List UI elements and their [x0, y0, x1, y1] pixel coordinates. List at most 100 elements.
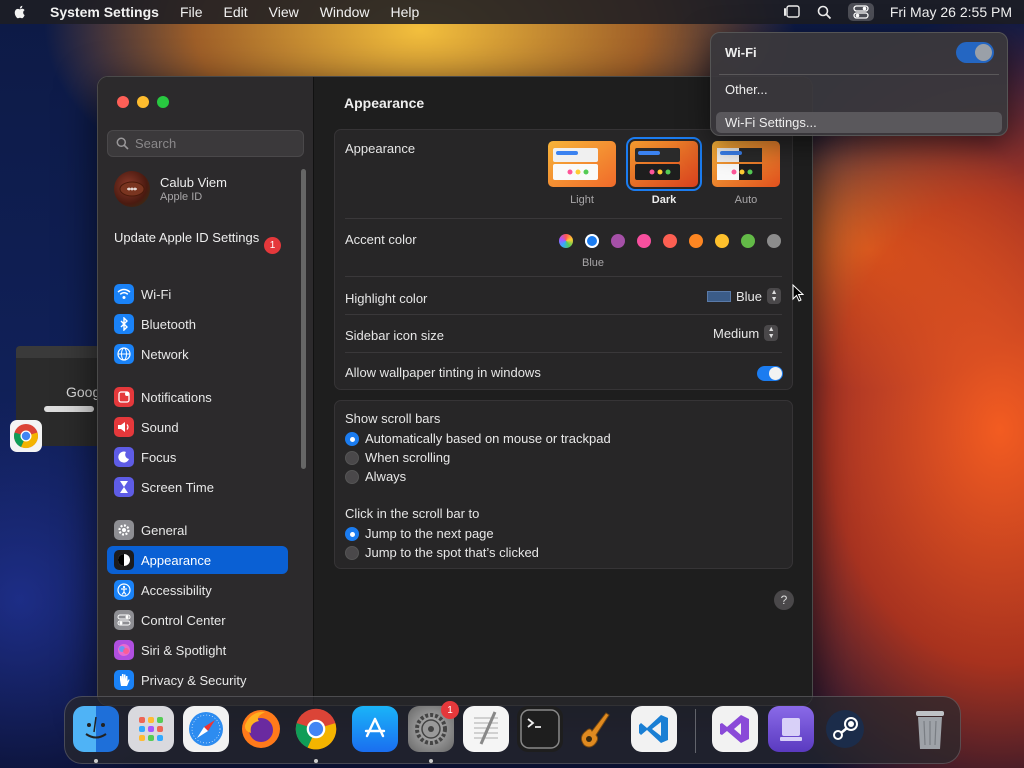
sidebar-item-label: Privacy & Security	[141, 672, 247, 688]
wifi-toggle[interactable]	[956, 42, 994, 63]
firefox-icon[interactable]	[238, 706, 284, 752]
sidebar-scroll-thumb[interactable]	[301, 169, 306, 469]
appearance-option-auto[interactable]	[712, 141, 780, 187]
sidebar: Calub Viem Apple ID Update Apple ID Sett…	[98, 77, 314, 705]
accent-color-swatch[interactable]	[611, 234, 625, 248]
menu-view[interactable]: View	[269, 4, 299, 20]
accent-color-swatch[interactable]	[741, 234, 755, 248]
chrome-window-icon[interactable]	[10, 420, 42, 452]
close-button[interactable]	[117, 96, 129, 108]
apple-id-profile[interactable]: Calub Viem Apple ID	[114, 171, 227, 207]
visual-studio-icon[interactable]	[712, 706, 758, 752]
radio-button[interactable]	[345, 545, 359, 560]
window-controls	[117, 96, 169, 108]
terminal-icon[interactable]	[517, 706, 563, 752]
system-settings-window: Calub Viem Apple ID Update Apple ID Sett…	[97, 76, 813, 706]
football-icon	[119, 181, 145, 197]
bluetooth-icon	[114, 314, 134, 334]
sidebar-item-privacy-security[interactable]: Privacy & Security	[107, 666, 288, 694]
accent-color-swatch[interactable]	[585, 234, 599, 248]
click-scroll-option-next-page[interactable]: Jump to the next page	[345, 526, 494, 541]
sidebar-item-control-center[interactable]: Control Center	[107, 606, 288, 634]
click-scroll-option-spot-clicked[interactable]: Jump to the spot that’s clicked	[345, 545, 539, 560]
stage-manager-icon[interactable]	[783, 4, 801, 20]
accent-color-swatch[interactable]	[637, 234, 651, 248]
highlight-color-popup[interactable]: Blue ▲ ▼	[707, 288, 782, 304]
accent-color-swatch[interactable]	[689, 234, 703, 248]
app-store-icon[interactable]	[352, 706, 398, 752]
accent-color-swatch[interactable]	[559, 234, 573, 248]
sidebar-item-appearance[interactable]: Appearance	[107, 546, 288, 574]
radio-button[interactable]	[345, 450, 359, 465]
launchpad-icon[interactable]	[128, 706, 174, 752]
sidebar-item-label: General	[141, 522, 188, 538]
sidebar-item-label: Network	[141, 346, 189, 362]
wifi-menu-other[interactable]: Other...	[725, 82, 768, 97]
globe-icon	[114, 344, 134, 364]
menu-help[interactable]: Help	[391, 4, 420, 20]
radio-button[interactable]	[345, 431, 359, 446]
wallpaper-tinting-toggle[interactable]	[757, 366, 783, 381]
accent-selected-name: Blue	[581, 257, 605, 269]
menu-app-name[interactable]: System Settings	[50, 4, 159, 20]
zoom-button[interactable]	[157, 96, 169, 108]
sidebar-item-label: Siri & Spotlight	[141, 642, 227, 658]
mouse-cursor-icon	[792, 284, 804, 302]
sidebar-item-focus[interactable]: Focus	[107, 443, 288, 471]
help-button[interactable]: ?	[774, 590, 794, 610]
control-center-menu-icon[interactable]	[847, 3, 874, 21]
profile-name: Calub Viem	[160, 175, 227, 190]
dock-separator	[695, 709, 696, 753]
sidebar-item-accessibility[interactable]: Accessibility	[107, 576, 288, 604]
update-apple-id-settings[interactable]: Update Apple ID Settings	[114, 230, 284, 246]
sidebar-item-sound[interactable]: Sound	[107, 413, 288, 441]
accent-color-swatch[interactable]	[767, 234, 781, 248]
scroll-bars-option-always[interactable]: Always	[345, 469, 406, 484]
steam-icon[interactable]	[822, 706, 868, 752]
menu-edit[interactable]: Edit	[224, 4, 248, 20]
wifi-menu-settings[interactable]: Wi-Fi Settings...	[725, 115, 817, 130]
radio-button[interactable]	[345, 469, 359, 484]
accent-color-swatch[interactable]	[663, 234, 677, 248]
sidebar-item-general[interactable]: General	[107, 516, 288, 544]
textedit-icon[interactable]	[463, 706, 509, 752]
scroll-bars-option-when-scrolling[interactable]: When scrolling	[345, 450, 450, 465]
page-title: Appearance	[344, 95, 425, 111]
menu-file[interactable]: File	[180, 4, 203, 20]
sidebar-item-label: Notifications	[141, 389, 212, 405]
radio-label: Always	[365, 469, 407, 484]
minimize-button[interactable]	[137, 96, 149, 108]
sidebar-icon-size-popup[interactable]: Medium ▲ ▼	[713, 325, 779, 341]
appearance-option-light[interactable]	[548, 141, 616, 187]
dock-running-indicator	[94, 759, 98, 763]
sidebar-item-network[interactable]: Network	[107, 340, 288, 368]
trash-icon[interactable]	[907, 706, 953, 752]
background-window-text: Goog	[66, 384, 100, 400]
divider	[345, 314, 782, 315]
finder-icon[interactable]	[73, 706, 119, 752]
garageband-icon[interactable]	[573, 706, 619, 752]
sidebar-item-notifications[interactable]: Notifications	[107, 383, 288, 411]
sidebar-item-screen-time[interactable]: Screen Time	[107, 473, 288, 501]
accent-color-swatch[interactable]	[715, 234, 729, 248]
apple-logo-icon[interactable]	[12, 4, 28, 20]
menu-window[interactable]: Window	[320, 4, 370, 20]
radio-button[interactable]	[345, 526, 359, 541]
sidebar-item-wi-fi[interactable]: Wi-Fi	[107, 280, 288, 308]
click-scroll-bar-label: Click in the scroll bar to	[345, 506, 480, 521]
spotlight-search-icon[interactable]	[817, 5, 832, 20]
search-input[interactable]	[135, 136, 295, 151]
scroll-bars-option-automatic[interactable]: Automatically based on mouse or trackpad	[345, 431, 611, 446]
appearance-caption-light: Light	[570, 194, 594, 206]
chrome-icon[interactable]	[293, 706, 339, 752]
menu-bar-clock[interactable]: Fri May 26 2:55 PM	[890, 4, 1012, 20]
disk-utility-icon[interactable]	[768, 706, 814, 752]
sidebar-search	[107, 130, 304, 157]
sidebar-item-siri-spotlight[interactable]: Siri & Spotlight	[107, 636, 288, 664]
sidebar-item-bluetooth[interactable]: Bluetooth	[107, 310, 288, 338]
safari-icon[interactable]	[183, 706, 229, 752]
appearance-caption-dark: Dark	[651, 194, 677, 206]
vscode-icon[interactable]	[631, 706, 677, 752]
appearance-option-dark[interactable]	[626, 137, 702, 191]
sidebar-scrollbar[interactable]	[301, 169, 307, 469]
